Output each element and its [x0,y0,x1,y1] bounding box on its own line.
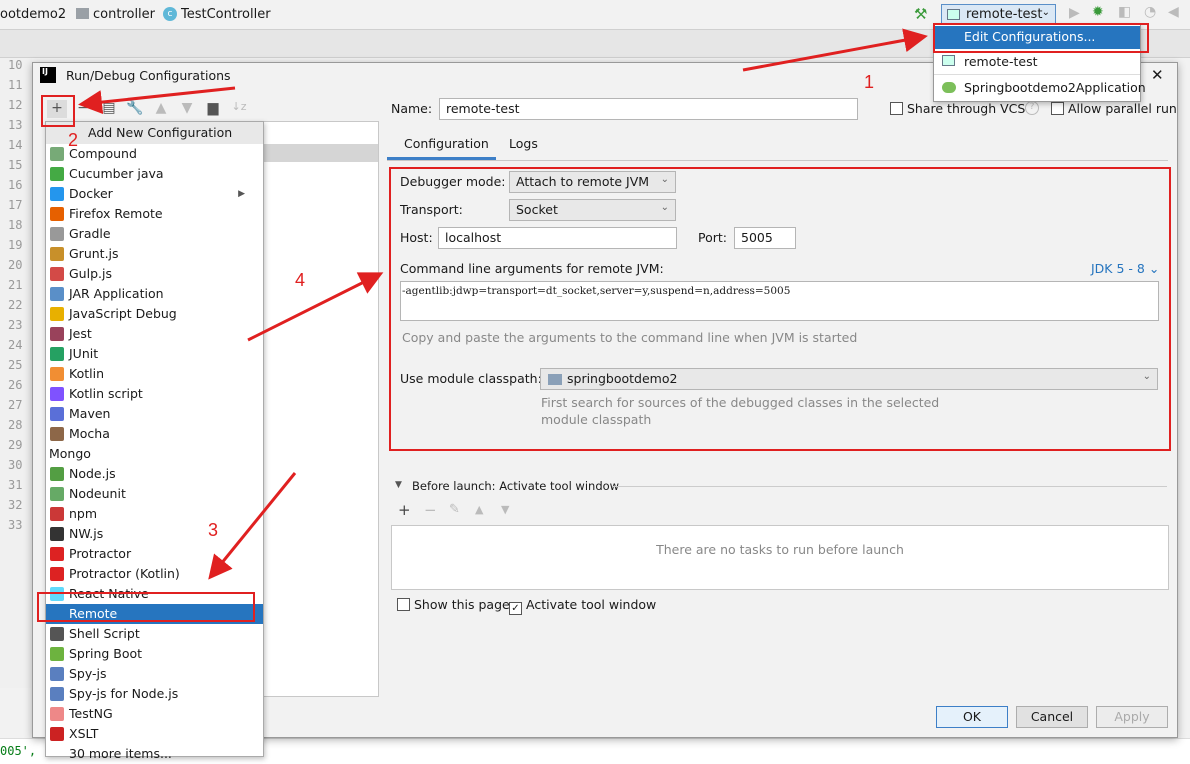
highlight-add-button [41,95,75,127]
arrow-4 [247,272,384,342]
highlight-edit-configurations [933,23,1149,53]
arrow-1 [742,28,928,72]
highlight-remote-settings [389,167,1171,451]
annotation-4: 4 [295,270,306,290]
highlight-remote-item [37,592,255,622]
arrow-3 [208,472,297,580]
annotation-2: 2 [68,130,79,150]
annotation-1: 1 [864,72,875,92]
arrow-2 [78,86,236,115]
annotation-overlay [37,23,1171,622]
annotation-3: 3 [208,520,219,540]
